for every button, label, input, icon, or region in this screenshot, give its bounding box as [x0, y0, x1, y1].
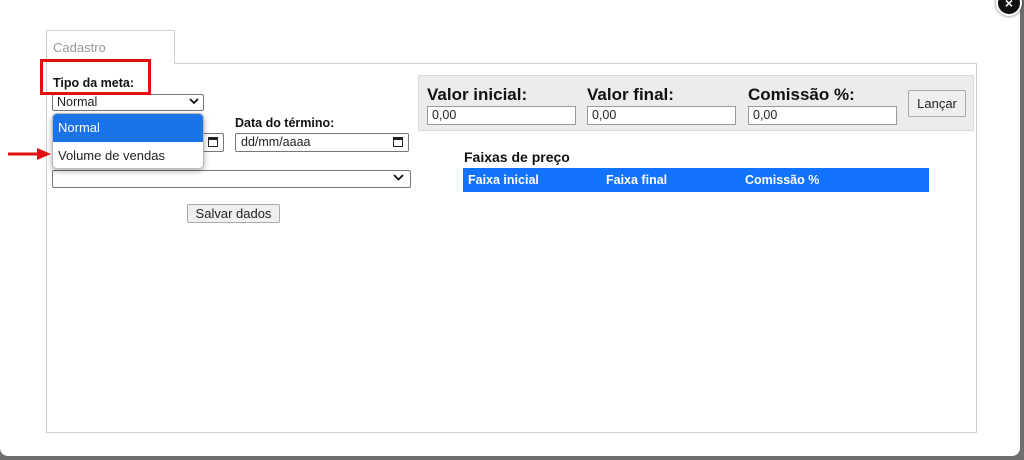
chevron-down-icon: [393, 172, 404, 186]
option-normal[interactable]: Normal: [53, 114, 203, 142]
column-comissao: Comissão %: [745, 173, 820, 187]
data-termino-placeholder: dd/mm/aaaa: [241, 135, 311, 149]
faixas-title: Faixas de preço: [464, 149, 570, 165]
close-icon[interactable]: ×: [996, 0, 1022, 16]
column-faixa-inicial: Faixa inicial: [468, 173, 539, 187]
valor-final-label: Valor final:: [587, 85, 674, 104]
lancar-button[interactable]: Lançar: [908, 90, 966, 117]
faixas-table-header: Faixa inicial Faixa final Comissão %: [463, 168, 929, 192]
valores-box: Valor inicial: 0,00 Valor final: 0,00 Co…: [418, 75, 974, 131]
tipo-meta-select[interactable]: Normal: [52, 94, 204, 111]
data-termino-label: Data do término:: [235, 116, 335, 130]
tipo-meta-dropdown: Normal Volume de vendas: [52, 113, 204, 169]
valor-inicial-label: Valor inicial:: [427, 85, 528, 104]
annotation-arrow-icon: [8, 148, 51, 160]
tipo-meta-value: Normal: [57, 95, 98, 109]
comissao-label: Comissão %:: [748, 85, 855, 104]
comissao-input[interactable]: 0,00: [748, 106, 897, 125]
valor-inicial-input[interactable]: 0,00: [427, 106, 576, 125]
chevron-down-icon: [189, 96, 199, 110]
option-volume-de-vendas[interactable]: Volume de vendas: [53, 142, 203, 168]
save-button[interactable]: Salvar dados: [187, 204, 280, 223]
valor-final-input[interactable]: 0,00: [587, 106, 736, 125]
annotation-highlight-box: [40, 59, 151, 95]
calendar-icon[interactable]: [208, 137, 218, 147]
modal-dialog: × Cadastro Tipo da meta: Normal Data do …: [0, 0, 1022, 456]
column-faixa-final: Faixa final: [606, 173, 668, 187]
data-termino-input[interactable]: dd/mm/aaaa: [235, 133, 409, 152]
wide-select[interactable]: [52, 170, 411, 188]
calendar-icon[interactable]: [393, 137, 403, 147]
